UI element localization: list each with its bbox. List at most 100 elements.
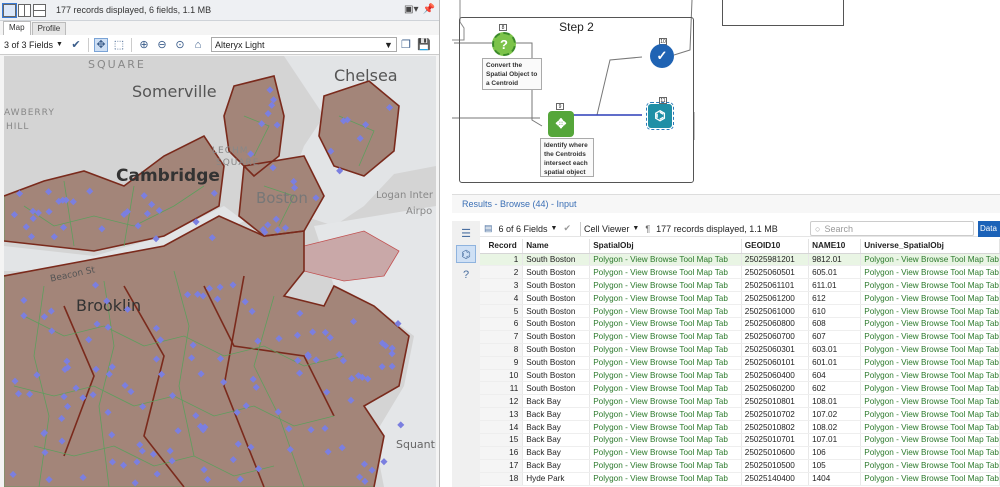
centroid-point[interactable]: [252, 383, 260, 391]
table-cell[interactable]: 25025010600: [741, 446, 810, 460]
table-cell[interactable]: South Boston: [522, 291, 591, 306]
split-vertical-icon[interactable]: [18, 3, 31, 17]
table-row[interactable]: 9 South Boston Polygon - View Browse Tool …: [480, 356, 1000, 370]
table-cell[interactable]: 1404: [808, 472, 862, 486]
table-cell[interactable]: 105: [808, 459, 862, 473]
table-cell[interactable]: South Boston: [522, 343, 591, 357]
table-cell[interactable]: 25025010801: [741, 394, 810, 409]
centroid-point[interactable]: [380, 458, 388, 466]
centroid-point[interactable]: [275, 335, 283, 343]
table-cell[interactable]: Polygon - View Browse Tool Map Tab: [589, 446, 742, 460]
centroid-point[interactable]: [213, 295, 222, 303]
centroid-point[interactable]: [272, 215, 280, 223]
centroid-point[interactable]: [108, 458, 117, 466]
centroid-point[interactable]: [338, 444, 346, 452]
table-cell[interactable]: 25025061101: [741, 278, 810, 293]
centroid-point[interactable]: [286, 445, 294, 454]
table-cell[interactable]: 106: [808, 446, 862, 460]
basemap-select[interactable]: Alteryx Light ▼: [210, 37, 397, 52]
centroid-point[interactable]: [158, 370, 166, 378]
check-icon[interactable]: ✔: [69, 38, 83, 52]
centroid-point[interactable]: [143, 210, 151, 218]
home-icon[interactable]: ⌂: [191, 38, 205, 52]
centroid-point[interactable]: [197, 370, 205, 378]
centroid-point[interactable]: [127, 388, 135, 396]
table-cell[interactable]: South Boston: [522, 330, 591, 344]
centroid-point[interactable]: [121, 381, 129, 390]
table-cell[interactable]: 15: [480, 433, 524, 447]
centroid-point[interactable]: [210, 189, 218, 197]
container-box[interactable]: [722, 0, 844, 26]
table-cell[interactable]: 611.01: [808, 278, 862, 293]
centroid-point[interactable]: [58, 437, 66, 445]
table-cell[interactable]: Back Bay: [522, 459, 591, 473]
table-cell[interactable]: Polygon - View Browse Tool Map Tab: [860, 291, 1000, 306]
table-cell[interactable]: Back Bay: [522, 446, 591, 460]
table-cell[interactable]: 604: [808, 369, 862, 383]
centroid-point[interactable]: [266, 86, 274, 94]
zoom-extent-icon[interactable]: ⊙: [173, 38, 187, 52]
table-cell[interactable]: 25025060700: [741, 330, 810, 344]
spatial-info-tool[interactable]: ?: [492, 32, 516, 56]
centroid-point[interactable]: [14, 390, 23, 398]
window-dropdown-icon[interactable]: ▣▾: [404, 4, 418, 16]
table-cell[interactable]: Polygon - View Browse Tool Map Tab: [860, 394, 1000, 409]
single-view-icon[interactable]: [2, 2, 17, 18]
centroid-point[interactable]: [274, 408, 282, 416]
centroid-point[interactable]: [133, 458, 141, 466]
centroid-point[interactable]: [9, 470, 17, 478]
centroid-point[interactable]: [156, 336, 165, 344]
centroid-point[interactable]: [60, 393, 68, 401]
zoom-out-icon[interactable]: ⊖: [155, 38, 169, 52]
centroid-point[interactable]: [312, 194, 320, 202]
centroid-point[interactable]: [249, 375, 257, 383]
table-cell[interactable]: 601.01: [808, 356, 862, 370]
table-cell[interactable]: 612: [808, 291, 862, 306]
centroid-point[interactable]: [69, 198, 77, 206]
centroid-point[interactable]: [47, 307, 55, 315]
centroid-point[interactable]: [397, 421, 405, 429]
centroid-point[interactable]: [41, 448, 49, 457]
centroid-point[interactable]: [254, 337, 262, 345]
centroid-point[interactable]: [64, 402, 72, 411]
centroid-point[interactable]: [138, 447, 146, 455]
table-cell[interactable]: 8: [480, 343, 524, 357]
centroid-point[interactable]: [268, 101, 276, 109]
table-row[interactable]: 5 South Boston Polygon - View Browse Tool …: [480, 304, 1000, 318]
centroid-point[interactable]: [255, 465, 263, 473]
centroid-point[interactable]: [98, 225, 106, 233]
centroid-point[interactable]: [200, 466, 208, 474]
spatial-match-tool[interactable]: ✥: [548, 111, 574, 137]
table-row[interactable]: 11 South Boston Polygon - View Browse Tool…: [480, 381, 1000, 396]
table-cell[interactable]: 25025061000: [741, 304, 810, 318]
centroid-point[interactable]: [166, 447, 174, 455]
centroid-point[interactable]: [229, 281, 237, 289]
centroid-point[interactable]: [92, 281, 100, 289]
centroid-point[interactable]: [45, 188, 53, 196]
table-row[interactable]: 15 Back Bay Polygon - View Browse Tool Map…: [480, 433, 1000, 447]
centroid-point[interactable]: [264, 221, 272, 229]
table-cell[interactable]: 107.02: [808, 407, 862, 422]
table-row[interactable]: 16 Back Bay Polygon - View Browse Tool Map…: [480, 446, 1000, 460]
table-cell[interactable]: Polygon - View Browse Tool Map Tab: [860, 265, 1000, 280]
data-button[interactable]: Data: [978, 220, 1000, 237]
table-cell[interactable]: 602: [808, 381, 862, 396]
centroid-point[interactable]: [281, 224, 290, 232]
table-cell[interactable]: Polygon - View Browse Tool Map Tab: [589, 369, 742, 383]
centroid-point[interactable]: [241, 298, 249, 306]
table-cell[interactable]: 25025010500: [741, 459, 810, 473]
centroid-point[interactable]: [360, 460, 368, 468]
fields-select[interactable]: 3 of 3 Fields ▼: [4, 40, 63, 50]
centroid-point[interactable]: [394, 320, 402, 328]
table-cell[interactable]: South Boston: [522, 265, 591, 280]
centroid-point[interactable]: [45, 476, 53, 484]
centroid-point[interactable]: [134, 222, 142, 230]
table-cell[interactable]: 610: [808, 304, 862, 318]
centroid-point[interactable]: [34, 209, 42, 217]
centroid-point[interactable]: [388, 350, 396, 358]
table-cell[interactable]: 18: [480, 472, 524, 486]
centroid-point[interactable]: [236, 475, 244, 483]
table-cell[interactable]: Polygon - View Browse Tool Map Tab: [860, 459, 1000, 473]
table-cell[interactable]: Polygon - View Browse Tool Map Tab: [589, 265, 742, 280]
table-cell[interactable]: 108.02: [808, 420, 862, 434]
